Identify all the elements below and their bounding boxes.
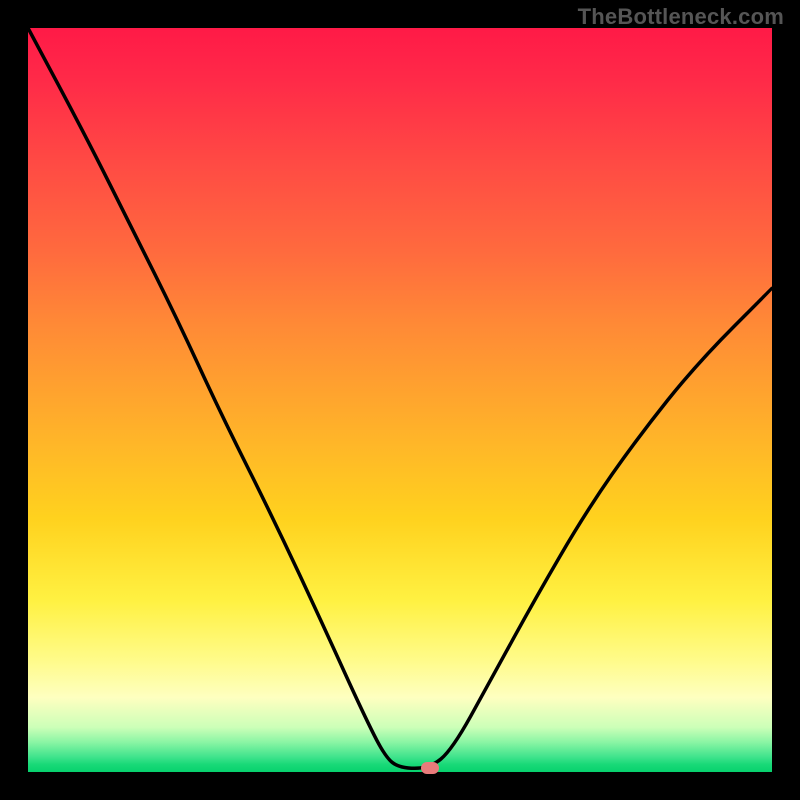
curve-layer xyxy=(28,28,772,772)
watermark-text: TheBottleneck.com xyxy=(578,4,784,30)
optimal-point-marker xyxy=(421,762,439,774)
plot-area xyxy=(28,28,772,772)
chart-frame: TheBottleneck.com xyxy=(0,0,800,800)
bottleneck-curve xyxy=(28,28,772,768)
